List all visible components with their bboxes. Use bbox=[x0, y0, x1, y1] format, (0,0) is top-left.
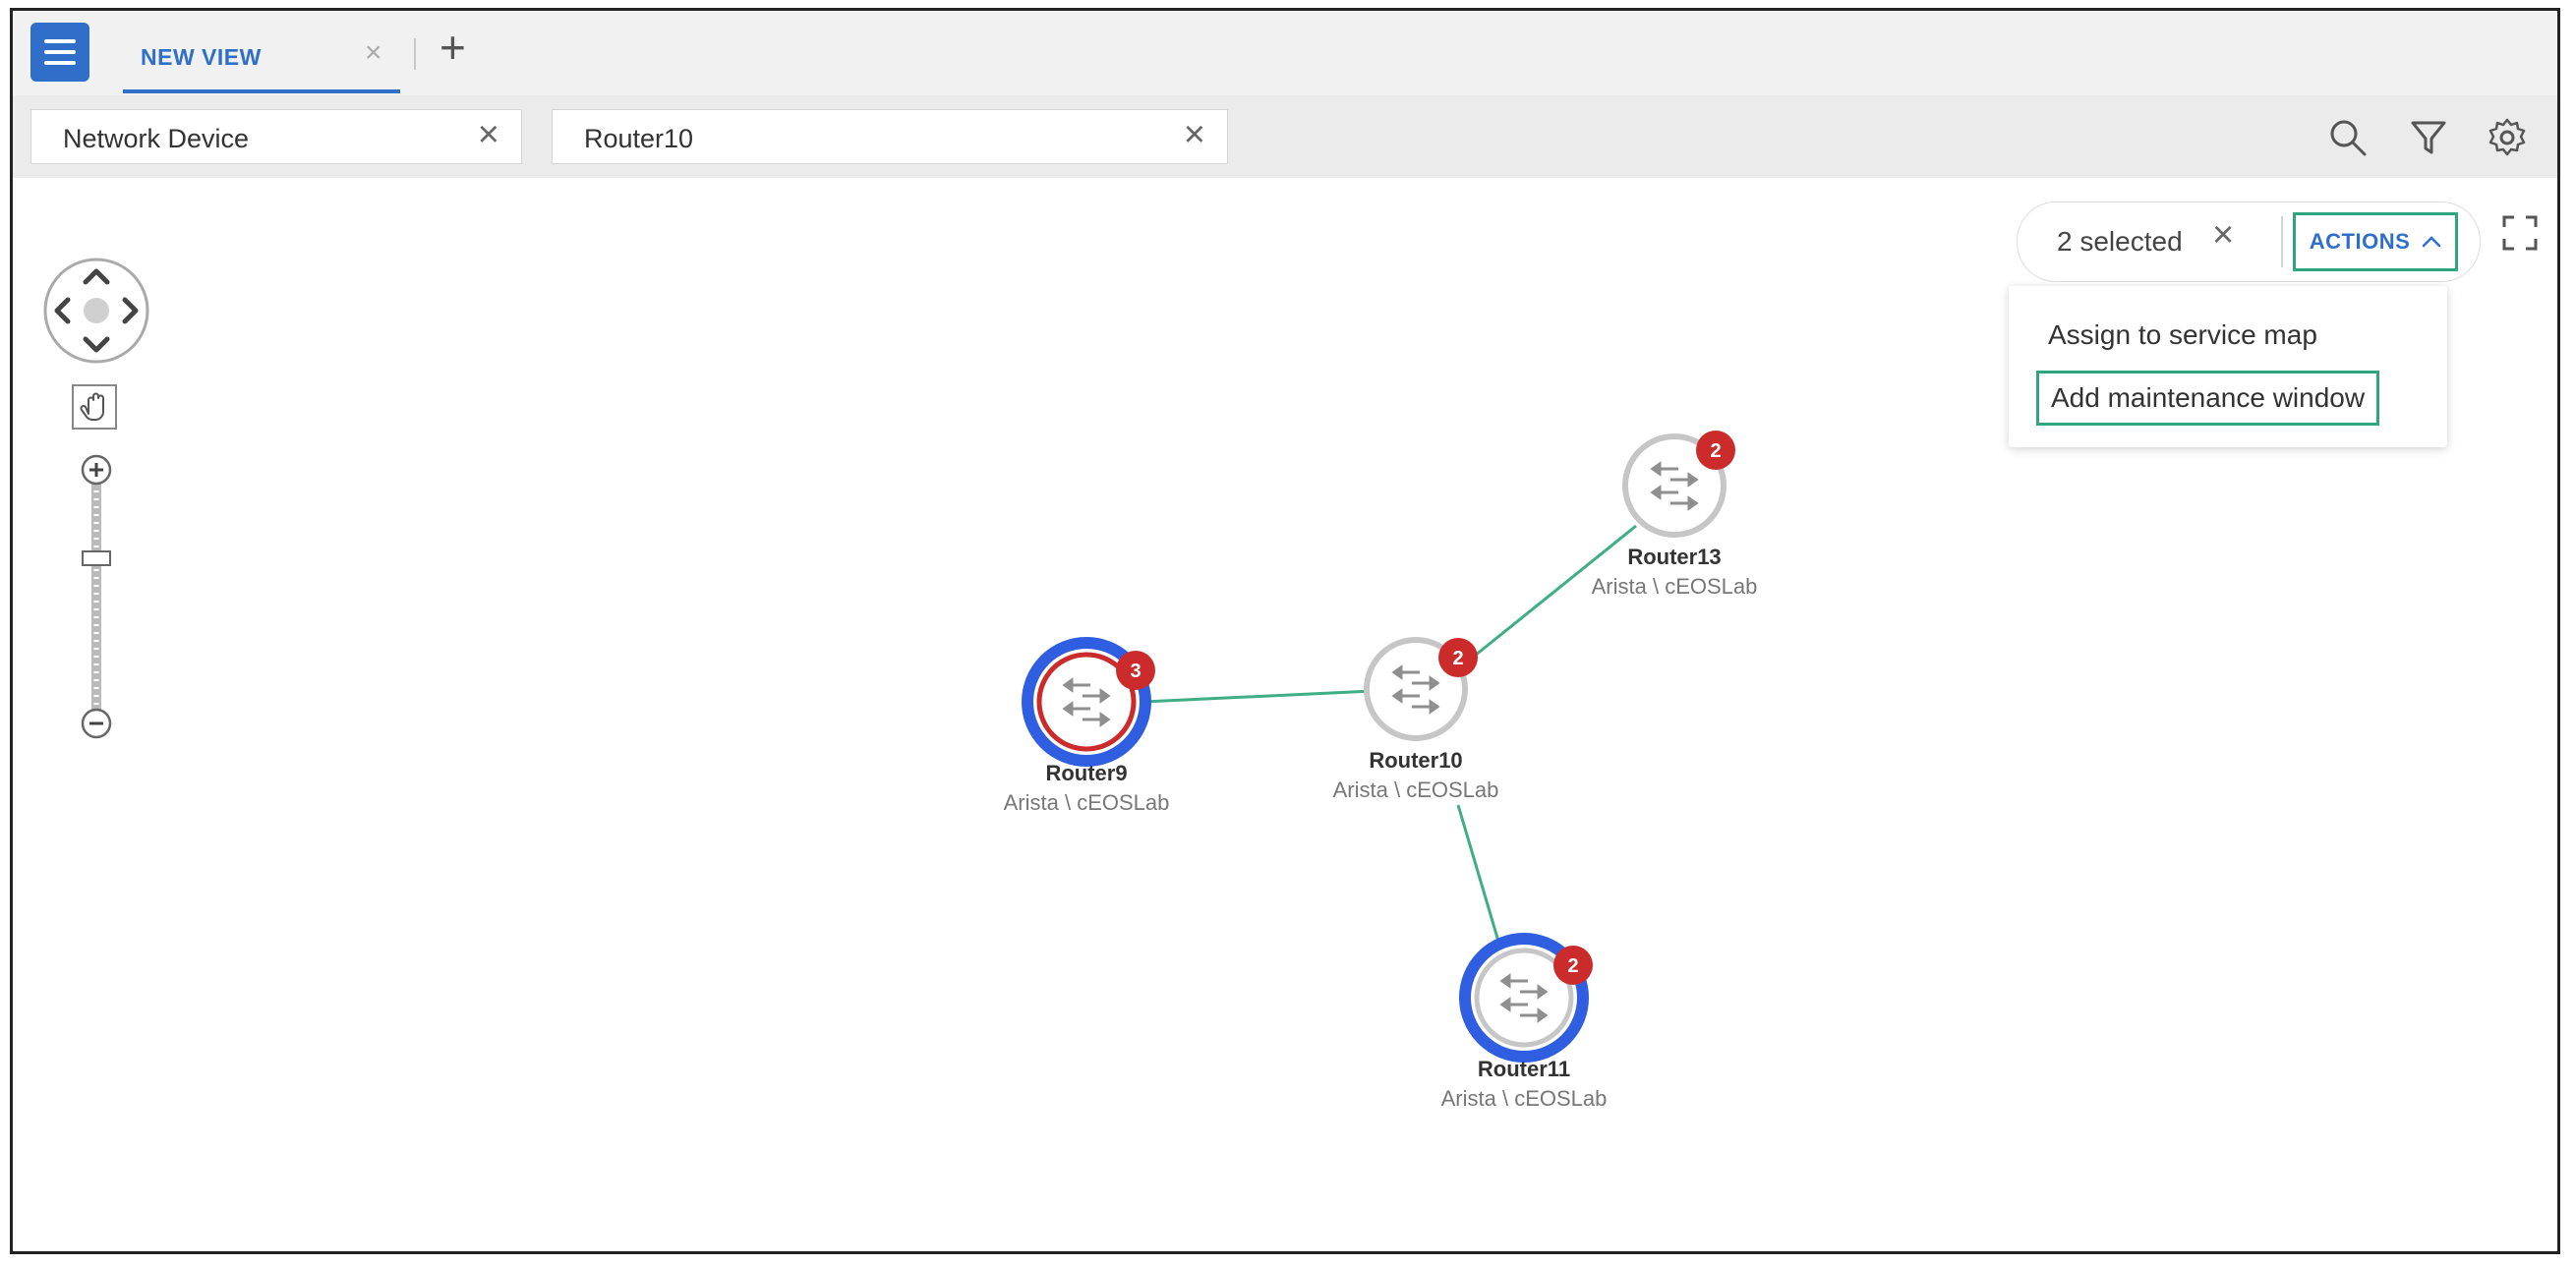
zoom-out-icon[interactable] bbox=[81, 708, 112, 739]
node-model: Arista \ cEOSLab bbox=[1333, 777, 1499, 802]
node-model: Arista \ cEOSLab bbox=[1441, 1086, 1608, 1111]
alert-badge: 2 bbox=[1696, 431, 1735, 470]
node-router13[interactable]: 2 Router13 Arista \ cEOSLab bbox=[1592, 431, 1758, 599]
link-router9-router10[interactable] bbox=[1142, 689, 1374, 704]
fullscreen-icon[interactable] bbox=[2500, 213, 2540, 253]
menu-item-assign-service-map[interactable]: Assign to service map bbox=[2048, 319, 2317, 351]
alert-count: 3 bbox=[1130, 661, 1141, 682]
selected-count: 2 selected bbox=[2057, 226, 2183, 257]
node-router9[interactable]: 3 Router9 Arista \ cEOSLab bbox=[1004, 637, 1170, 815]
node-name: Router11 bbox=[1478, 1057, 1570, 1081]
zoom-slider-handle[interactable] bbox=[82, 550, 111, 566]
node-router11[interactable]: 2 Router11 Arista \ cEOSLab bbox=[1441, 933, 1608, 1111]
node-model: Arista \ cEOSLab bbox=[1592, 574, 1758, 599]
alert-count: 2 bbox=[1452, 648, 1463, 669]
chevron-up-icon bbox=[2423, 236, 2441, 248]
node-name: Router10 bbox=[1369, 748, 1462, 773]
pan-arrows-icon[interactable] bbox=[42, 257, 150, 365]
zoom-slider[interactable] bbox=[80, 453, 113, 748]
actions-menu: Assign to service map Add maintenance wi… bbox=[2009, 286, 2447, 447]
actions-label: ACTIONS bbox=[2309, 229, 2411, 254]
alert-badge: 2 bbox=[1553, 946, 1593, 985]
node-router10[interactable]: 2 Router10 Arista \ cEOSLab bbox=[1333, 637, 1499, 802]
menu-item-add-maintenance-window[interactable]: Add maintenance window bbox=[2036, 371, 2380, 426]
alert-badge: 2 bbox=[1438, 638, 1478, 677]
link-router10-router11[interactable] bbox=[1456, 804, 1501, 946]
selection-toolbar: 2 selected × ACTIONS bbox=[2017, 201, 2481, 282]
node-name: Router13 bbox=[1627, 545, 1721, 569]
node-name: Router9 bbox=[1045, 761, 1127, 785]
app-window: NEW VIEW × + Network Device × Router10 × bbox=[10, 8, 2560, 1254]
alert-badge: 3 bbox=[1116, 651, 1155, 690]
zoom-in-icon[interactable] bbox=[81, 454, 112, 486]
hand-icon[interactable] bbox=[72, 384, 117, 430]
toolbar-divider bbox=[2281, 216, 2283, 267]
topology-graph: 2 Router13 Arista \ cEOSLab 2 Router10 A… bbox=[1004, 431, 1758, 1111]
actions-button[interactable]: ACTIONS bbox=[2293, 212, 2458, 271]
clear-selection-icon[interactable]: × bbox=[2212, 216, 2234, 254]
alert-count: 2 bbox=[1710, 440, 1721, 462]
node-model: Arista \ cEOSLab bbox=[1004, 790, 1170, 815]
alert-count: 2 bbox=[1567, 955, 1578, 977]
